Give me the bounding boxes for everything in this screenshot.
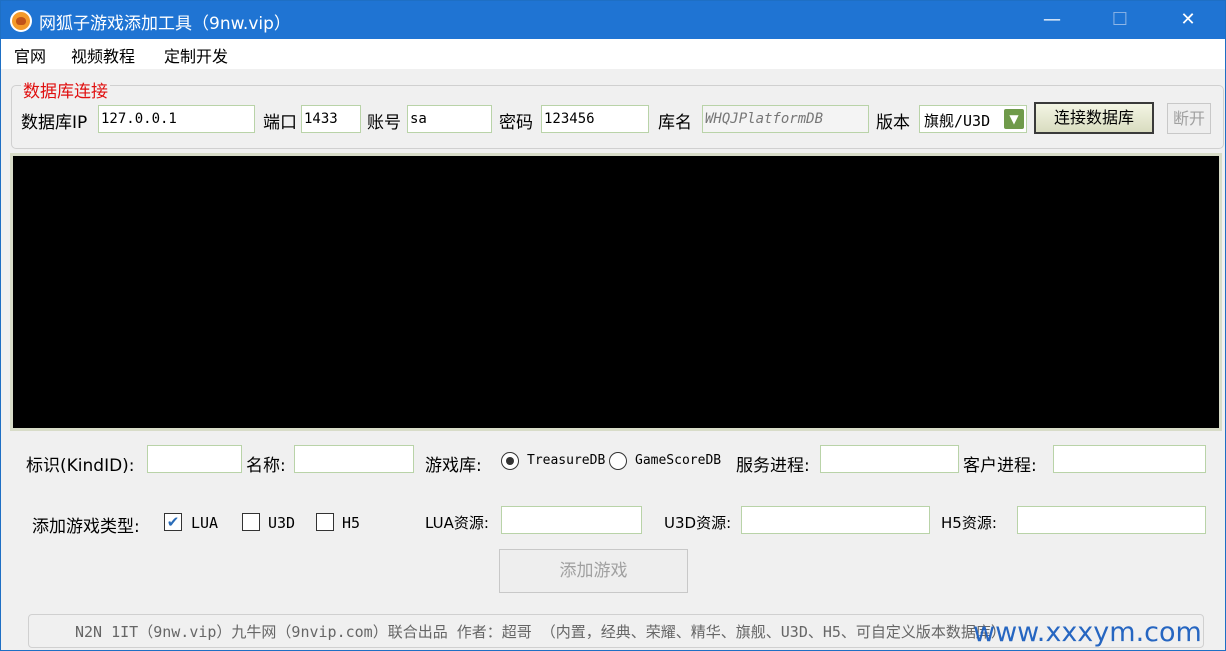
gamescoredb-label[interactable]: GameScoreDB	[635, 453, 721, 468]
dbname-input[interactable]	[702, 105, 869, 133]
title-bar[interactable]: 网狐子游戏添加工具（9nw.vip） — ☐ ✕	[1, 1, 1225, 39]
add-game-button[interactable]: 添加游戏	[499, 549, 688, 593]
h5-checkbox-label[interactable]: H5	[342, 514, 360, 532]
lua-res-label: LUA资源:	[425, 514, 489, 532]
connect-db-button[interactable]: 连接数据库	[1034, 102, 1154, 134]
u3d-res-input[interactable]	[741, 506, 930, 534]
name-label: 名称:	[246, 456, 286, 476]
watermark-text: www.xxxym.com	[973, 617, 1202, 648]
lua-checkbox-label[interactable]: LUA	[191, 514, 218, 532]
u3d-checkbox[interactable]	[242, 513, 260, 531]
h5-checkbox[interactable]	[316, 513, 334, 531]
menu-custom-dev[interactable]: 定制开发	[164, 43, 228, 67]
log-console[interactable]	[10, 153, 1222, 431]
menu-bar: 官网 视频教程 定制开发	[1, 39, 1225, 69]
window-title: 网狐子游戏添加工具（9nw.vip）	[39, 14, 291, 34]
kindid-input[interactable]	[147, 445, 242, 473]
treasuredb-radio[interactable]	[501, 452, 519, 470]
db-ip-input[interactable]	[98, 105, 255, 133]
name-input[interactable]	[294, 445, 414, 473]
lua-res-input[interactable]	[501, 506, 642, 534]
password-input[interactable]	[541, 105, 649, 133]
u3d-checkbox-label[interactable]: U3D	[268, 514, 295, 532]
kindid-label: 标识(KindID):	[26, 456, 135, 476]
client-process-label: 客户进程:	[963, 456, 1037, 476]
server-process-label: 服务进程:	[736, 456, 810, 476]
fox-logo-icon	[10, 10, 32, 32]
h5-res-input[interactable]	[1017, 506, 1206, 534]
account-label: 账号	[367, 113, 401, 133]
menu-video-tutorial[interactable]: 视频教程	[71, 43, 135, 67]
disconnect-button[interactable]: 断开	[1167, 103, 1211, 134]
account-input[interactable]	[407, 105, 492, 133]
password-label: 密码	[499, 113, 533, 133]
minimize-button[interactable]: —	[1029, 1, 1075, 39]
close-button[interactable]: ✕	[1165, 1, 1211, 39]
lua-checkbox[interactable]: ✔	[164, 513, 182, 531]
db-group-legend: 数据库连接	[21, 77, 110, 102]
version-label: 版本	[876, 113, 910, 133]
treasuredb-label[interactable]: TreasureDB	[527, 453, 605, 468]
app-window: 网狐子游戏添加工具（9nw.vip） — ☐ ✕ 官网 视频教程 定制开发 数据…	[0, 0, 1226, 651]
dbname-label: 库名	[658, 113, 692, 133]
footer-text: N2N 1IT（9nw.vip）九牛网（9nvip.com）联合出品 作者：超哥…	[75, 623, 1006, 641]
version-select[interactable]: 旗舰/U3D ▼	[919, 105, 1027, 133]
h5-res-label: H5资源:	[941, 514, 997, 532]
port-input[interactable]	[301, 105, 361, 133]
game-type-label: 添加游戏类型:	[32, 517, 140, 537]
port-label: 端口	[263, 113, 297, 133]
server-process-input[interactable]	[820, 445, 959, 473]
gamedb-label: 游戏库:	[425, 456, 482, 476]
menu-official-site[interactable]: 官网	[14, 43, 46, 67]
version-value: 旗舰/U3D	[924, 112, 991, 130]
u3d-res-label: U3D资源:	[664, 514, 732, 532]
chevron-down-icon[interactable]: ▼	[1004, 109, 1024, 129]
client-process-input[interactable]	[1053, 445, 1206, 473]
gamescoredb-radio[interactable]	[609, 452, 627, 470]
maximize-button[interactable]: ☐	[1097, 1, 1143, 39]
db-ip-label: 数据库IP	[21, 113, 88, 133]
